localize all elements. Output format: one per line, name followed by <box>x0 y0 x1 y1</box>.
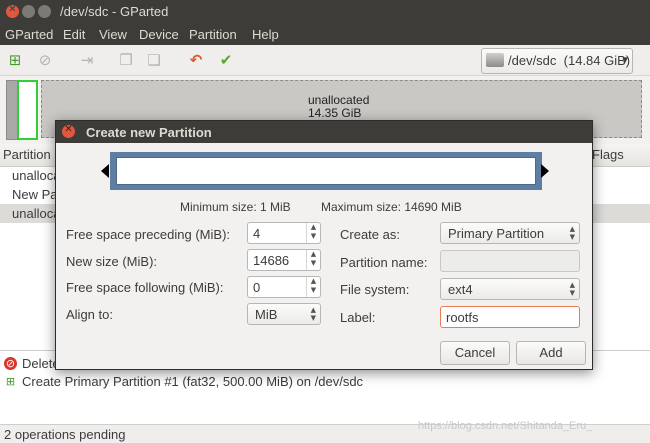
device-selector-label: /dev/sdc (14.84 GiB) <box>508 53 631 68</box>
menu-device[interactable]: Device <box>139 27 179 42</box>
resize-handle-right[interactable] <box>541 164 549 178</box>
toolbar: ⊞ ⊘ ⇥ ❐ ❏ ↶ ✔ /dev/sdc (14.84 GiB) ▾ <box>0 45 650 76</box>
add-button[interactable]: Add <box>516 341 586 365</box>
spinner-arrows-icon[interactable]: ▲ ▼ <box>306 277 320 297</box>
close-icon: ✕ <box>64 124 73 135</box>
free-preceding-label: Free space preceding (MiB): <box>66 227 231 242</box>
column-partition[interactable]: Partition <box>3 147 51 162</box>
partition-block-selected[interactable] <box>17 80 38 140</box>
menu-view[interactable]: View <box>99 27 127 42</box>
maximum-size-label: Maximum size: 14690 MiB <box>321 200 462 214</box>
window-title: /dev/sdc - GParted <box>60 4 169 19</box>
paste-icon[interactable]: ❏ <box>145 51 163 69</box>
apply-icon[interactable]: ✔ <box>217 51 235 69</box>
dialog-close-button[interactable]: ✕ <box>62 124 75 138</box>
watermark: https://blog.csdn.net/Shitanda_Eru_ <box>418 420 593 432</box>
menu-edit[interactable]: Edit <box>63 27 85 42</box>
resize-handle-left[interactable] <box>101 164 109 178</box>
file-system-label: File system: <box>340 282 410 297</box>
select-arrows-icon: ▲ ▼ <box>310 306 316 322</box>
undo-icon[interactable]: ↶ <box>187 51 205 69</box>
partition-name-label: Partition name: <box>340 255 428 270</box>
align-to-select[interactable]: MiB ▲ ▼ <box>247 303 321 325</box>
chevron-down-icon: ▾ <box>622 53 628 66</box>
select-arrows-icon: ▲ ▼ <box>569 225 575 241</box>
column-flags[interactable]: Flags <box>592 147 624 162</box>
device-selector[interactable]: /dev/sdc (14.84 GiB) ▾ <box>481 48 633 74</box>
window-close-button[interactable]: ✕ <box>6 4 19 18</box>
window-minimize-button[interactable] <box>22 5 35 18</box>
free-following-spinner[interactable]: 0 ▲ ▼ <box>247 276 321 298</box>
unallocated-label: unallocated 14.35 GiB <box>308 93 370 120</box>
dialog-title: Create new Partition <box>86 125 212 140</box>
create-as-select[interactable]: Primary Partition ▲ ▼ <box>440 222 580 244</box>
create-partition-icon: ⊞ <box>5 375 16 388</box>
partition-name-field[interactable] <box>440 250 580 272</box>
create-partition-dialog: ✕ Create new Partition Minimum size: 1 M… <box>55 120 593 370</box>
new-size-label: New size (MiB): <box>66 254 158 269</box>
partition-resizer-area[interactable] <box>116 157 536 185</box>
label-field[interactable]: rootfs <box>440 306 580 328</box>
minimum-size-label: Minimum size: 1 MiB <box>180 200 291 214</box>
delete-icon[interactable]: ⊘ <box>36 51 54 69</box>
menubar: GParted Edit View Device Partition Help <box>0 24 650 45</box>
copy-icon[interactable]: ❐ <box>117 51 135 69</box>
window-titlebar: ✕ /dev/sdc - GParted <box>0 0 650 24</box>
new-size-spinner[interactable]: 14686 ▲ ▼ <box>247 249 321 271</box>
operation-item[interactable]: ⊞ Create Primary Partition #1 (fat32, 50… <box>4 373 644 391</box>
align-to-label: Align to: <box>66 307 113 322</box>
cancel-button[interactable]: Cancel <box>440 341 510 365</box>
menu-partition[interactable]: Partition <box>189 27 237 42</box>
new-partition-icon[interactable]: ⊞ <box>6 51 24 69</box>
resize-move-icon[interactable]: ⇥ <box>78 51 96 69</box>
dialog-titlebar: ✕ Create new Partition <box>56 121 592 143</box>
status-text: 2 operations pending <box>4 427 126 442</box>
free-preceding-spinner[interactable]: 4 ▲ ▼ <box>247 222 321 244</box>
menu-gparted[interactable]: GParted <box>5 27 53 42</box>
close-icon: ✕ <box>8 4 17 15</box>
spinner-arrows-icon[interactable]: ▲ ▼ <box>306 223 320 243</box>
menu-help[interactable]: Help <box>252 27 279 42</box>
free-following-label: Free space following (MiB): <box>66 280 224 295</box>
spinner-arrows-icon[interactable]: ▲ ▼ <box>306 250 320 270</box>
select-arrows-icon: ▲ ▼ <box>569 281 575 297</box>
disk-icon <box>486 53 504 67</box>
create-as-label: Create as: <box>340 227 400 242</box>
file-system-select[interactable]: ext4 ▲ ▼ <box>440 278 580 300</box>
label-field-label: Label: <box>340 310 376 325</box>
delete-icon: ⊘ <box>4 357 17 370</box>
window-maximize-button[interactable] <box>38 5 51 18</box>
